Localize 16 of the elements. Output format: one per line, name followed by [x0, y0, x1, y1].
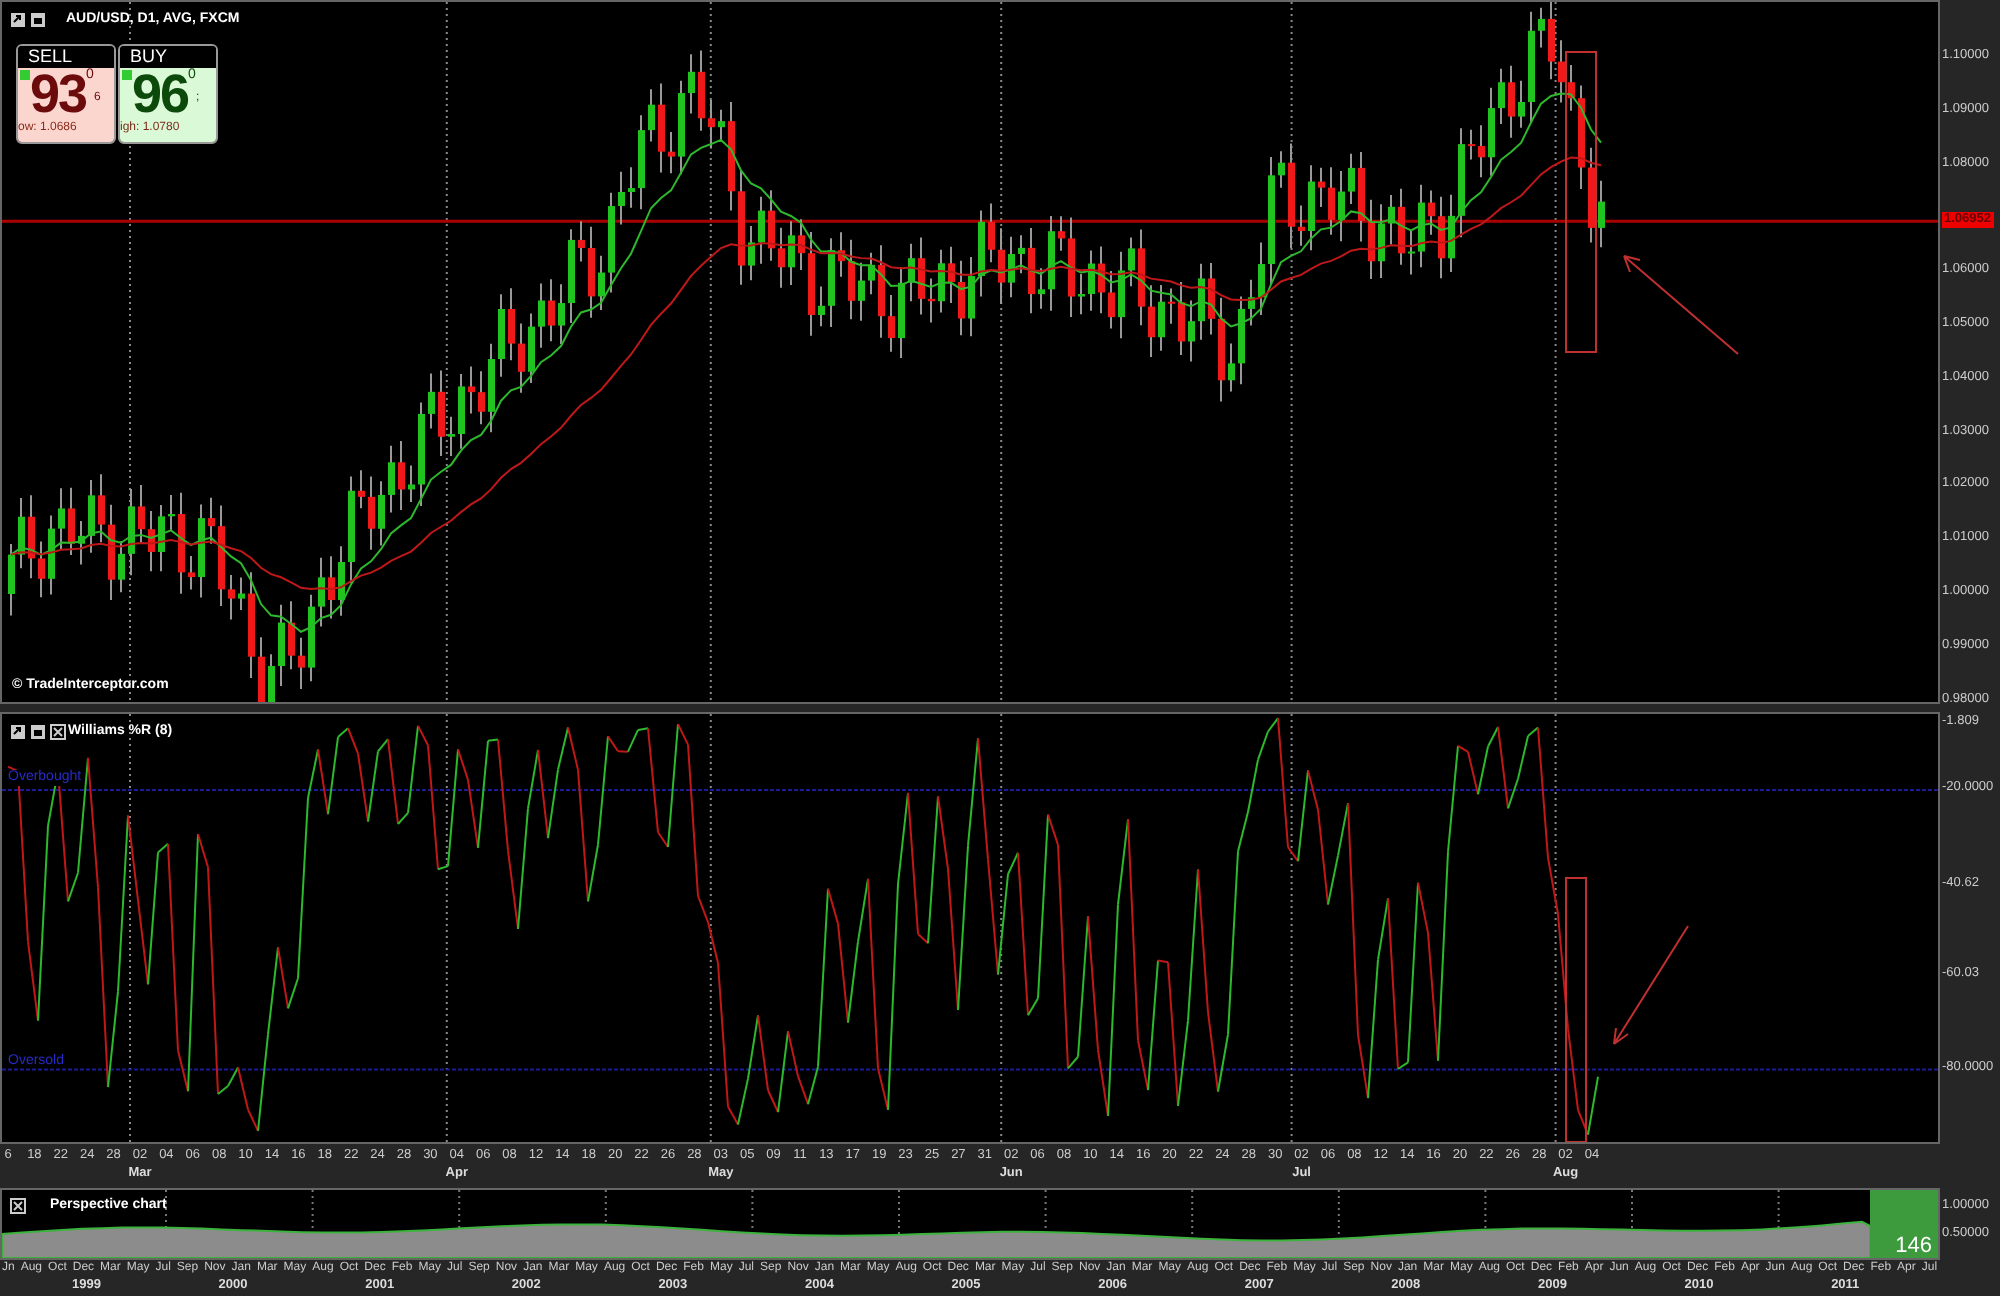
arrow-annotation — [1618, 250, 1742, 358]
quote-big-digits: 93 — [30, 68, 87, 122]
arrow-annotation — [1608, 922, 1692, 1050]
small-square-icon — [122, 70, 132, 80]
window-icon[interactable] — [30, 12, 46, 29]
visible-bar-count: 146 — [1895, 1234, 1932, 1258]
small-square-icon — [20, 70, 30, 80]
quote-big-digits: 96 — [132, 68, 189, 122]
restore-icon[interactable] — [10, 724, 26, 741]
close-icon[interactable] — [50, 724, 66, 741]
visible-range-window[interactable]: 146 — [1870, 1190, 1938, 1258]
quote-label: SELL — [18, 46, 114, 68]
restore-icon[interactable] — [10, 12, 26, 29]
quote-label: BUY — [120, 46, 216, 68]
close-icon[interactable] — [10, 1198, 26, 1215]
window-icon[interactable] — [30, 724, 46, 741]
